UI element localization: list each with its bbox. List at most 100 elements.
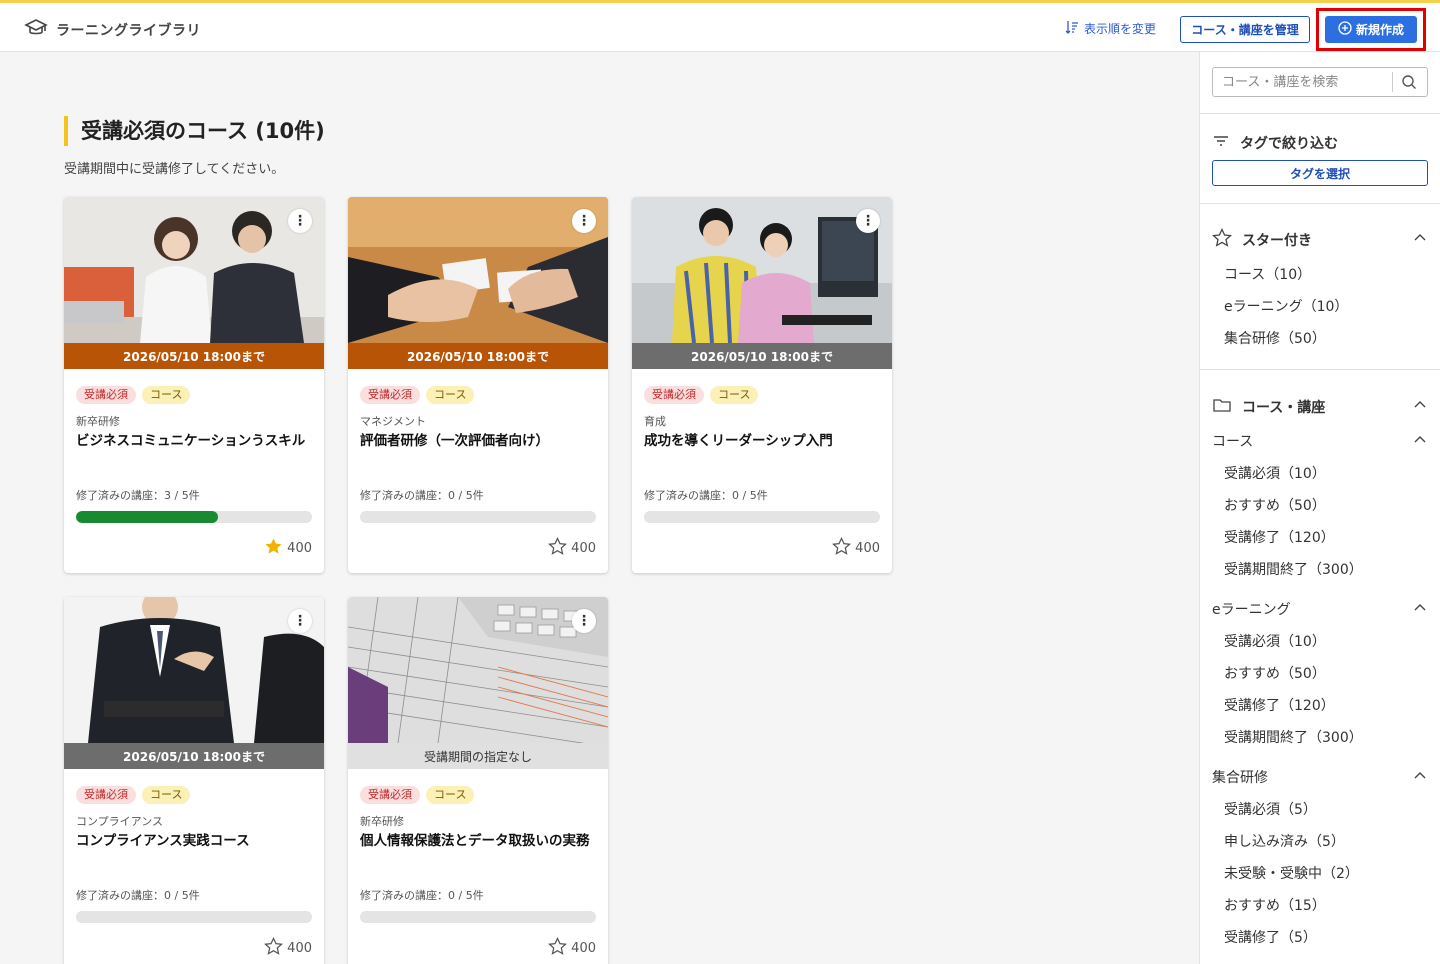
sort-order-link[interactable]: 表示順を変更 bbox=[1064, 19, 1156, 38]
required-tag: 受講必須 bbox=[76, 386, 136, 404]
star-outline-icon bbox=[1211, 227, 1233, 252]
new-create-button[interactable]: 新規作成 bbox=[1325, 16, 1417, 43]
sidebar-item-starred-course[interactable]: コース（10） bbox=[1224, 264, 1311, 284]
card-menu-button[interactable]: ⋮ bbox=[572, 609, 596, 633]
select-tag-button[interactable]: タグを選択 bbox=[1212, 160, 1428, 186]
course-card[interactable]: ⋮ 2026/05/10 18:00まで 受講必須 コース マネジメント 評価者… bbox=[348, 197, 608, 573]
sidebar-item-course-required[interactable]: 受講必須（10） bbox=[1224, 463, 1326, 483]
chevron-up-icon[interactable] bbox=[1412, 397, 1428, 413]
course-card[interactable]: ⋮ 受講期間の指定なし 受講必須 コース 新卒研修 個人情報保護法とデータ取扱い… bbox=[348, 597, 608, 964]
course-thumbnail bbox=[632, 197, 892, 343]
star-toggle[interactable]: 400 bbox=[548, 936, 596, 960]
courses-group-label: コース・講座 bbox=[1242, 400, 1326, 416]
sidebar-item-starred-elearning[interactable]: eラーニング（10） bbox=[1224, 296, 1348, 316]
star-filled-icon bbox=[264, 537, 283, 560]
star-outline-icon bbox=[548, 936, 568, 960]
sidebar-item-elearning-required[interactable]: 受講必須（10） bbox=[1224, 631, 1326, 651]
course-thumbnail bbox=[64, 597, 324, 743]
app-logo[interactable]: ラーニングライブラリ bbox=[24, 16, 201, 44]
course-thumbnail bbox=[348, 597, 608, 743]
search-box bbox=[1212, 67, 1428, 97]
star-outline-icon bbox=[264, 936, 284, 960]
course-thumbnail bbox=[64, 197, 324, 343]
star-toggle[interactable]: 400 bbox=[264, 537, 312, 560]
manage-courses-button[interactable]: コース・講座を管理 bbox=[1180, 16, 1310, 43]
star-count: 400 bbox=[287, 541, 312, 556]
course-subgroup-header[interactable]: コース bbox=[1212, 431, 1253, 451]
sidebar-item-elearning-recommended[interactable]: おすすめ（50） bbox=[1224, 663, 1326, 683]
deadline-banner: 2026/05/10 18:00まで bbox=[348, 343, 608, 369]
new-button-highlight: 新規作成 bbox=[1316, 8, 1426, 51]
sidebar-item-starred-group[interactable]: 集合研修（50） bbox=[1224, 328, 1326, 348]
filter-icon bbox=[1212, 132, 1230, 154]
course-card[interactable]: ⋮ 2026/05/10 18:00まで 受講必須 コース コンプライアンス コ… bbox=[64, 597, 324, 964]
more-vertical-icon: ⋮ bbox=[861, 213, 875, 229]
progress-bar bbox=[76, 511, 312, 523]
sidebar-item-course-completed[interactable]: 受講修了（120） bbox=[1224, 527, 1335, 547]
course-type-tag: コース bbox=[426, 786, 475, 804]
star-toggle[interactable]: 400 bbox=[264, 936, 312, 960]
sidebar-item-course-recommended[interactable]: おすすめ（50） bbox=[1224, 495, 1326, 515]
progress-bar bbox=[76, 911, 312, 923]
sidebar-item-elearning-completed[interactable]: 受講修了（120） bbox=[1224, 695, 1335, 715]
course-card[interactable]: ⋮ 2026/05/10 18:00まで 受講必須 コース 育成 成功を導くリー… bbox=[632, 197, 892, 573]
courses-group-header[interactable]: コース・講座 bbox=[1212, 395, 1325, 419]
chevron-up-icon[interactable] bbox=[1412, 768, 1428, 784]
starred-group-header[interactable]: スター付き bbox=[1211, 227, 1312, 252]
chevron-up-icon[interactable] bbox=[1412, 230, 1428, 246]
tag-filter-heading: タグで絞り込む bbox=[1212, 132, 1338, 154]
chevron-up-icon[interactable] bbox=[1412, 432, 1428, 448]
course-category: コンプライアンス bbox=[76, 815, 164, 828]
sidebar-item-group-applied[interactable]: 申し込み済み（5） bbox=[1224, 831, 1345, 851]
sidebar-item-group-in-progress[interactable]: 未受験・受験中（2） bbox=[1224, 863, 1359, 883]
progress-bar bbox=[360, 911, 596, 923]
elearning-subgroup-header[interactable]: eラーニング bbox=[1212, 599, 1291, 619]
course-title: コンプライアンス実践コース bbox=[76, 833, 250, 849]
group-training-subgroup-header[interactable]: 集合研修 bbox=[1212, 767, 1268, 787]
required-tag: 受講必須 bbox=[360, 786, 420, 804]
starred-group-label: スター付き bbox=[1242, 233, 1312, 249]
search-icon[interactable] bbox=[1401, 74, 1417, 90]
app-title: ラーニングライブラリ bbox=[56, 23, 201, 39]
star-count: 400 bbox=[571, 541, 596, 556]
deadline-banner: 2026/05/10 18:00まで bbox=[632, 343, 892, 369]
plus-circle-icon bbox=[1338, 21, 1352, 38]
sidebar-item-elearning-expired[interactable]: 受講期間終了（300） bbox=[1224, 727, 1363, 747]
course-title: 評価者研修（一次評価者向け） bbox=[360, 433, 549, 449]
search-divider bbox=[1392, 72, 1393, 92]
card-menu-button[interactable]: ⋮ bbox=[572, 209, 596, 233]
required-tag: 受講必須 bbox=[360, 386, 420, 404]
sidebar-divider bbox=[1200, 203, 1440, 204]
progress-label: 修了済みの講座：3 / 5件 bbox=[76, 489, 200, 502]
deadline-banner: 2026/05/10 18:00まで bbox=[64, 743, 324, 769]
sidebar-item-group-completed[interactable]: 受講修了（5） bbox=[1224, 927, 1317, 947]
sidebar-item-course-expired[interactable]: 受講期間終了（300） bbox=[1224, 559, 1363, 579]
more-vertical-icon: ⋮ bbox=[293, 613, 307, 629]
course-type-tag: コース bbox=[142, 786, 191, 804]
deadline-banner: 2026/05/10 18:00まで bbox=[64, 343, 324, 369]
progress-label: 修了済みの講座：0 / 5件 bbox=[76, 889, 200, 902]
tag-filter-label: タグで絞り込む bbox=[1240, 136, 1338, 152]
search-input[interactable] bbox=[1214, 69, 1390, 95]
star-count: 400 bbox=[571, 941, 596, 956]
sidebar-item-group-recommended[interactable]: おすすめ（15） bbox=[1224, 895, 1326, 915]
card-menu-button[interactable]: ⋮ bbox=[288, 609, 312, 633]
star-outline-icon bbox=[548, 536, 568, 560]
card-menu-button[interactable]: ⋮ bbox=[856, 209, 880, 233]
section-heading: 受講必須のコース (10件) bbox=[64, 116, 325, 146]
chevron-up-icon[interactable] bbox=[1412, 600, 1428, 616]
more-vertical-icon: ⋮ bbox=[577, 213, 591, 229]
star-toggle[interactable]: 400 bbox=[832, 536, 880, 560]
star-count: 400 bbox=[287, 941, 312, 956]
course-title: 成功を導くリーダーシップ入門 bbox=[644, 433, 833, 449]
star-toggle[interactable]: 400 bbox=[548, 536, 596, 560]
star-outline-icon bbox=[832, 536, 852, 560]
progress-bar bbox=[644, 511, 880, 523]
more-vertical-icon: ⋮ bbox=[293, 213, 307, 229]
card-menu-button[interactable]: ⋮ bbox=[288, 209, 312, 233]
course-title: ビジネスコミュニケーションうスキル bbox=[76, 433, 306, 449]
course-card[interactable]: ⋮ 2026/05/10 18:00まで 受講必須 コース 新卒研修 ビジネスコ… bbox=[64, 197, 324, 573]
course-title: 個人情報保護法とデータ取扱いの実務 bbox=[360, 833, 590, 849]
sidebar-divider bbox=[1200, 113, 1440, 114]
sidebar-item-group-required[interactable]: 受講必須（5） bbox=[1224, 799, 1317, 819]
